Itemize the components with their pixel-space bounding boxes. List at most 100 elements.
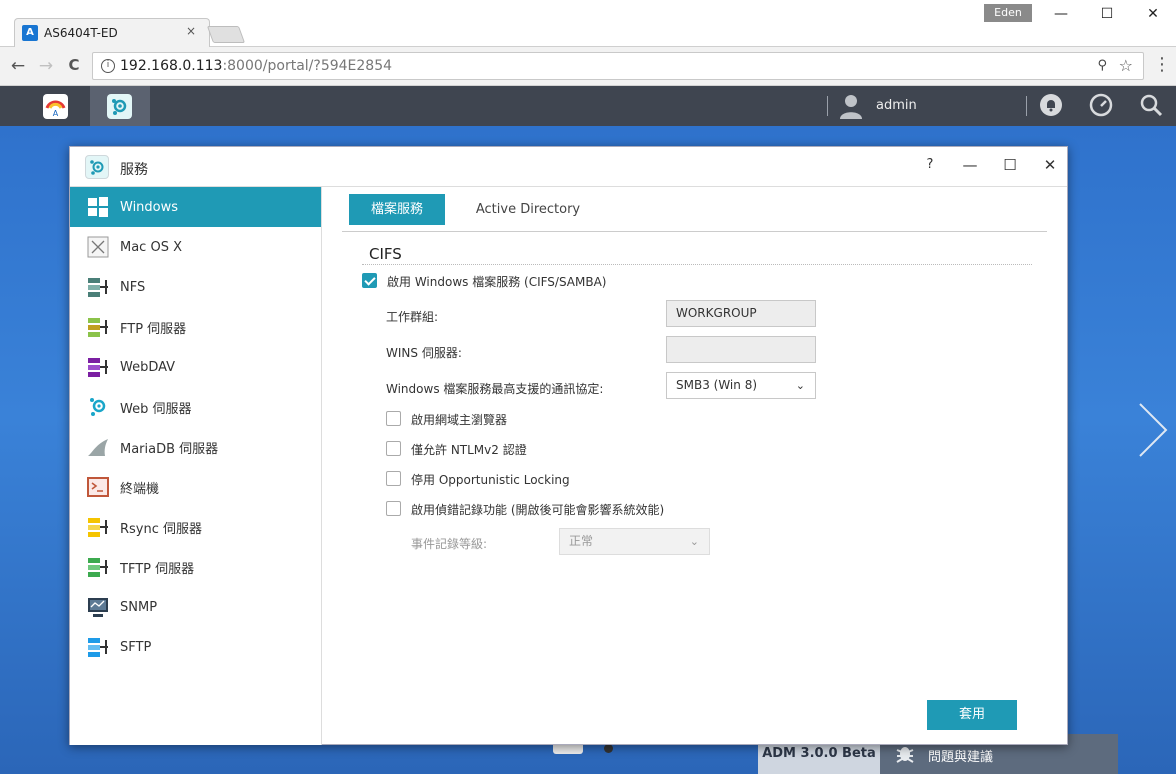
disable-oplocks-label: 停用 Opportunistic Locking [411, 473, 570, 487]
tftp-icon [87, 556, 109, 578]
site-info-icon[interactable]: i [101, 59, 115, 73]
sidebar-item-label: 終端機 [120, 481, 160, 497]
ntlmv2-only-label: 僅允許 NTLMv2 認證 [411, 443, 527, 457]
sidebar-item-windows[interactable]: Windows [70, 187, 321, 227]
browser-close-button[interactable]: ✕ [1138, 6, 1168, 22]
sidebar-item-rsync[interactable]: Rsync 伺服器 [70, 507, 321, 547]
workgroup-input[interactable]: WORKGROUP [666, 300, 816, 327]
tab-file-service[interactable]: 檔案服務 [349, 194, 445, 225]
log-level-select[interactable]: 正常 ⌄ [559, 528, 710, 555]
tab-divider [342, 231, 1047, 232]
wins-server-input[interactable] [666, 336, 816, 363]
web-server-icon [87, 396, 109, 418]
window-close-button[interactable]: ✕ [1038, 153, 1062, 177]
mariadb-icon [87, 436, 109, 458]
window-title: 服務 [120, 162, 148, 178]
forward-button[interactable]: → [36, 56, 56, 76]
log-level-value: 正常 [569, 534, 594, 548]
sidebar-item-label: Mac OS X [120, 239, 182, 255]
user-avatar-icon[interactable] [838, 93, 864, 119]
app-central-icon: A [43, 94, 68, 119]
tab-active-directory[interactable]: Active Directory [474, 194, 582, 225]
sidebar-item-label: Windows [120, 199, 179, 215]
apple-icon [87, 236, 109, 258]
feedback-label[interactable]: 問題與建議 [928, 746, 993, 765]
help-button[interactable]: ? [918, 153, 942, 177]
ntlmv2-only-checkbox[interactable] [386, 441, 401, 456]
debug-log-checkbox[interactable] [386, 501, 401, 516]
user-name[interactable]: admin [876, 98, 917, 113]
window-titlebar[interactable]: 服務 ? — ☐ ✕ [70, 147, 1067, 187]
services-app-button[interactable] [90, 86, 150, 126]
notification-bell-icon[interactable] [1039, 93, 1063, 117]
window-maximize-button[interactable]: ☐ [998, 153, 1022, 177]
taskbar-divider [1026, 96, 1027, 116]
disable-oplocks-checkbox[interactable] [386, 471, 401, 486]
workgroup-label: 工作群組: [386, 310, 439, 324]
enable-cifs-checkbox[interactable] [362, 273, 377, 288]
debug-log-label: 啟用偵錯記錄功能 (開啟後可能會影響系統效能) [411, 503, 665, 517]
sidebar-item-ftp[interactable]: FTP 伺服器 [70, 307, 321, 347]
taskbar-divider [827, 96, 828, 116]
services-icon [107, 94, 132, 119]
terminal-icon [87, 476, 109, 498]
browser-menu-icon[interactable]: ⋮ [1153, 54, 1171, 75]
max-protocol-label: Windows 檔案服務最高支援的通訊協定: [386, 382, 604, 396]
back-button[interactable]: ← [8, 56, 28, 76]
sftp-icon [87, 636, 109, 658]
tab-title: AS6404T-ED [44, 26, 118, 40]
services-window: 服務 ? — ☐ ✕ Windows Mac OS X NFS FTP 伺服器 … [69, 146, 1068, 745]
section-divider [362, 264, 1032, 265]
sidebar-item-label: MariaDB 伺服器 [120, 441, 219, 457]
browser-maximize-button[interactable]: ☐ [1092, 6, 1122, 22]
sidebar-item-snmp[interactable]: SNMP [70, 587, 321, 627]
sidebar-item-label: SFTP [120, 639, 152, 655]
sidebar-item-mac[interactable]: Mac OS X [70, 227, 321, 267]
sidebar-item-mariadb[interactable]: MariaDB 伺服器 [70, 427, 321, 467]
apply-button[interactable]: 套用 [927, 700, 1017, 730]
dashboard-gauge-icon[interactable] [1089, 93, 1113, 117]
sidebar-item-label: FTP 伺服器 [120, 321, 187, 337]
log-level-label: 事件記錄等級: [411, 537, 488, 551]
app-central-button[interactable]: A [26, 86, 86, 126]
sidebar-item-sftp[interactable]: SFTP [70, 627, 321, 667]
sidebar-item-tftp[interactable]: TFTP 伺服器 [70, 547, 321, 587]
ftp-icon [87, 316, 109, 338]
nfs-icon [87, 276, 109, 298]
enable-cifs-label: 啟用 Windows 檔案服務 (CIFS/SAMBA) [387, 275, 607, 289]
tab-close-icon[interactable]: × [186, 24, 196, 38]
svg-text:A: A [53, 109, 59, 118]
master-browser-checkbox[interactable] [386, 411, 401, 426]
new-tab-button[interactable] [206, 26, 246, 43]
services-window-icon [85, 155, 109, 179]
search-icon[interactable] [1139, 93, 1163, 117]
page-indicator-dot[interactable] [604, 744, 613, 753]
webdav-icon [87, 356, 109, 378]
bug-icon [894, 742, 916, 769]
chevron-down-icon: ⌄ [689, 535, 699, 548]
snmp-icon [87, 596, 109, 618]
sidebar-item-label: SNMP [120, 599, 158, 615]
window-minimize-button[interactable]: — [958, 153, 982, 177]
windows-icon [87, 196, 109, 218]
bookmark-star-icon[interactable]: ☆ [1119, 56, 1133, 75]
sidebar-item-terminal[interactable]: 終端機 [70, 467, 321, 507]
key-icon[interactable]: ⚲ [1097, 58, 1107, 73]
adm-taskbar [0, 86, 1176, 126]
profile-badge[interactable]: Eden [984, 4, 1032, 22]
sidebar-item-webdav[interactable]: WebDAV [70, 347, 321, 387]
sidebar-item-nfs[interactable]: NFS [70, 267, 321, 307]
url-rest: :8000/portal/?594E2854 [222, 58, 393, 74]
sidebar-item-web-server[interactable]: Web 伺服器 [70, 387, 321, 427]
address-bar[interactable]: i 192.168.0.113:8000/portal/?594E2854 ⚲ … [92, 52, 1144, 80]
url-text[interactable]: 192.168.0.113:8000/portal/?594E2854 [120, 58, 392, 74]
browser-minimize-button[interactable]: — [1046, 6, 1076, 22]
sidebar-item-label: Web 伺服器 [120, 401, 192, 417]
reload-button[interactable]: C [64, 56, 84, 74]
chevron-down-icon: ⌄ [795, 379, 805, 392]
master-browser-label: 啟用網域主瀏覽器 [411, 413, 508, 427]
section-title-cifs: CIFS [369, 245, 402, 263]
next-page-arrow-icon[interactable] [1132, 400, 1172, 460]
max-protocol-select[interactable]: SMB3 (Win 8) ⌄ [666, 372, 816, 399]
rsync-icon [87, 516, 109, 538]
